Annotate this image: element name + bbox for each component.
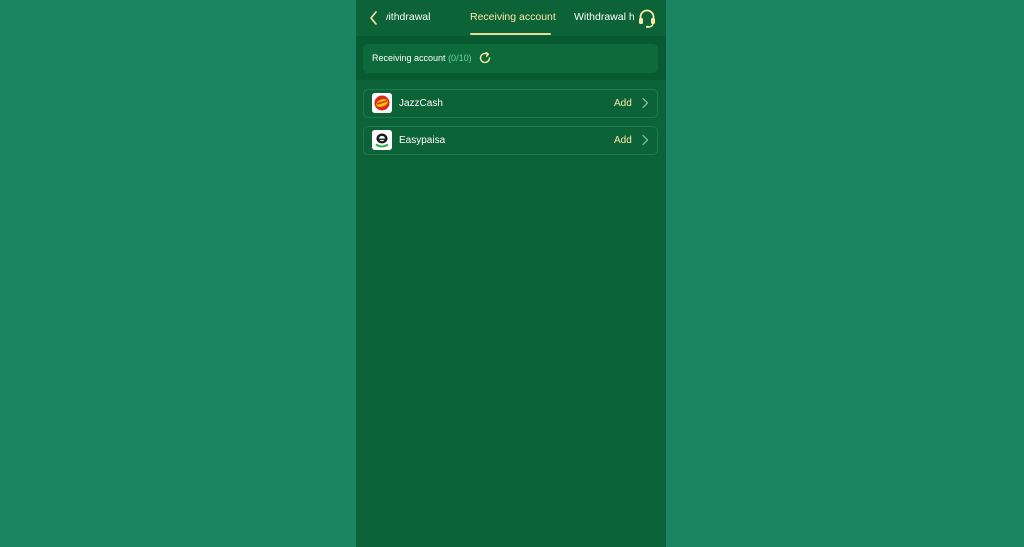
chevron-right-icon [642, 97, 649, 109]
refresh-button[interactable] [478, 51, 492, 65]
account-name: JazzCash [399, 98, 443, 109]
account-row-easypaisa[interactable]: Easypaisa Add [363, 126, 658, 155]
tab-receiving-account[interactable]: Receiving account [470, 11, 556, 23]
summary-card: Receiving account (0/10) [363, 44, 658, 73]
add-button[interactable]: Add [614, 135, 632, 146]
chevron-left-icon [369, 11, 377, 25]
chevron-right-icon [642, 134, 649, 146]
summary-title: Receiving account (0/10) [372, 53, 472, 63]
app-panel: Account withdrawal Receiving account Wit… [356, 0, 666, 547]
headset-icon [639, 9, 655, 28]
refresh-icon [479, 51, 491, 64]
account-name: Easypaisa [399, 135, 446, 146]
back-button[interactable] [363, 8, 383, 28]
add-button[interactable]: Add [614, 98, 632, 109]
tab-account-withdrawal[interactable]: Account withdrawal [386, 11, 430, 23]
easypaisa-logo-icon [372, 130, 392, 150]
account-count: (0/10) [448, 53, 472, 63]
jazzcash-logo-icon [372, 93, 392, 113]
summary-label: Receiving account [372, 53, 446, 63]
tab-withdrawal-history[interactable]: Withdrawal history [574, 11, 634, 23]
active-tab-indicator [470, 33, 551, 35]
account-row-jazzcash[interactable]: JazzCash Add [363, 89, 658, 118]
summary-section: Receiving account (0/10) [356, 36, 666, 80]
tab-strip: Account withdrawal Receiving account Wit… [386, 0, 634, 36]
tab-bar: Account withdrawal Receiving account Wit… [356, 0, 666, 36]
customer-service-button[interactable] [636, 7, 658, 29]
